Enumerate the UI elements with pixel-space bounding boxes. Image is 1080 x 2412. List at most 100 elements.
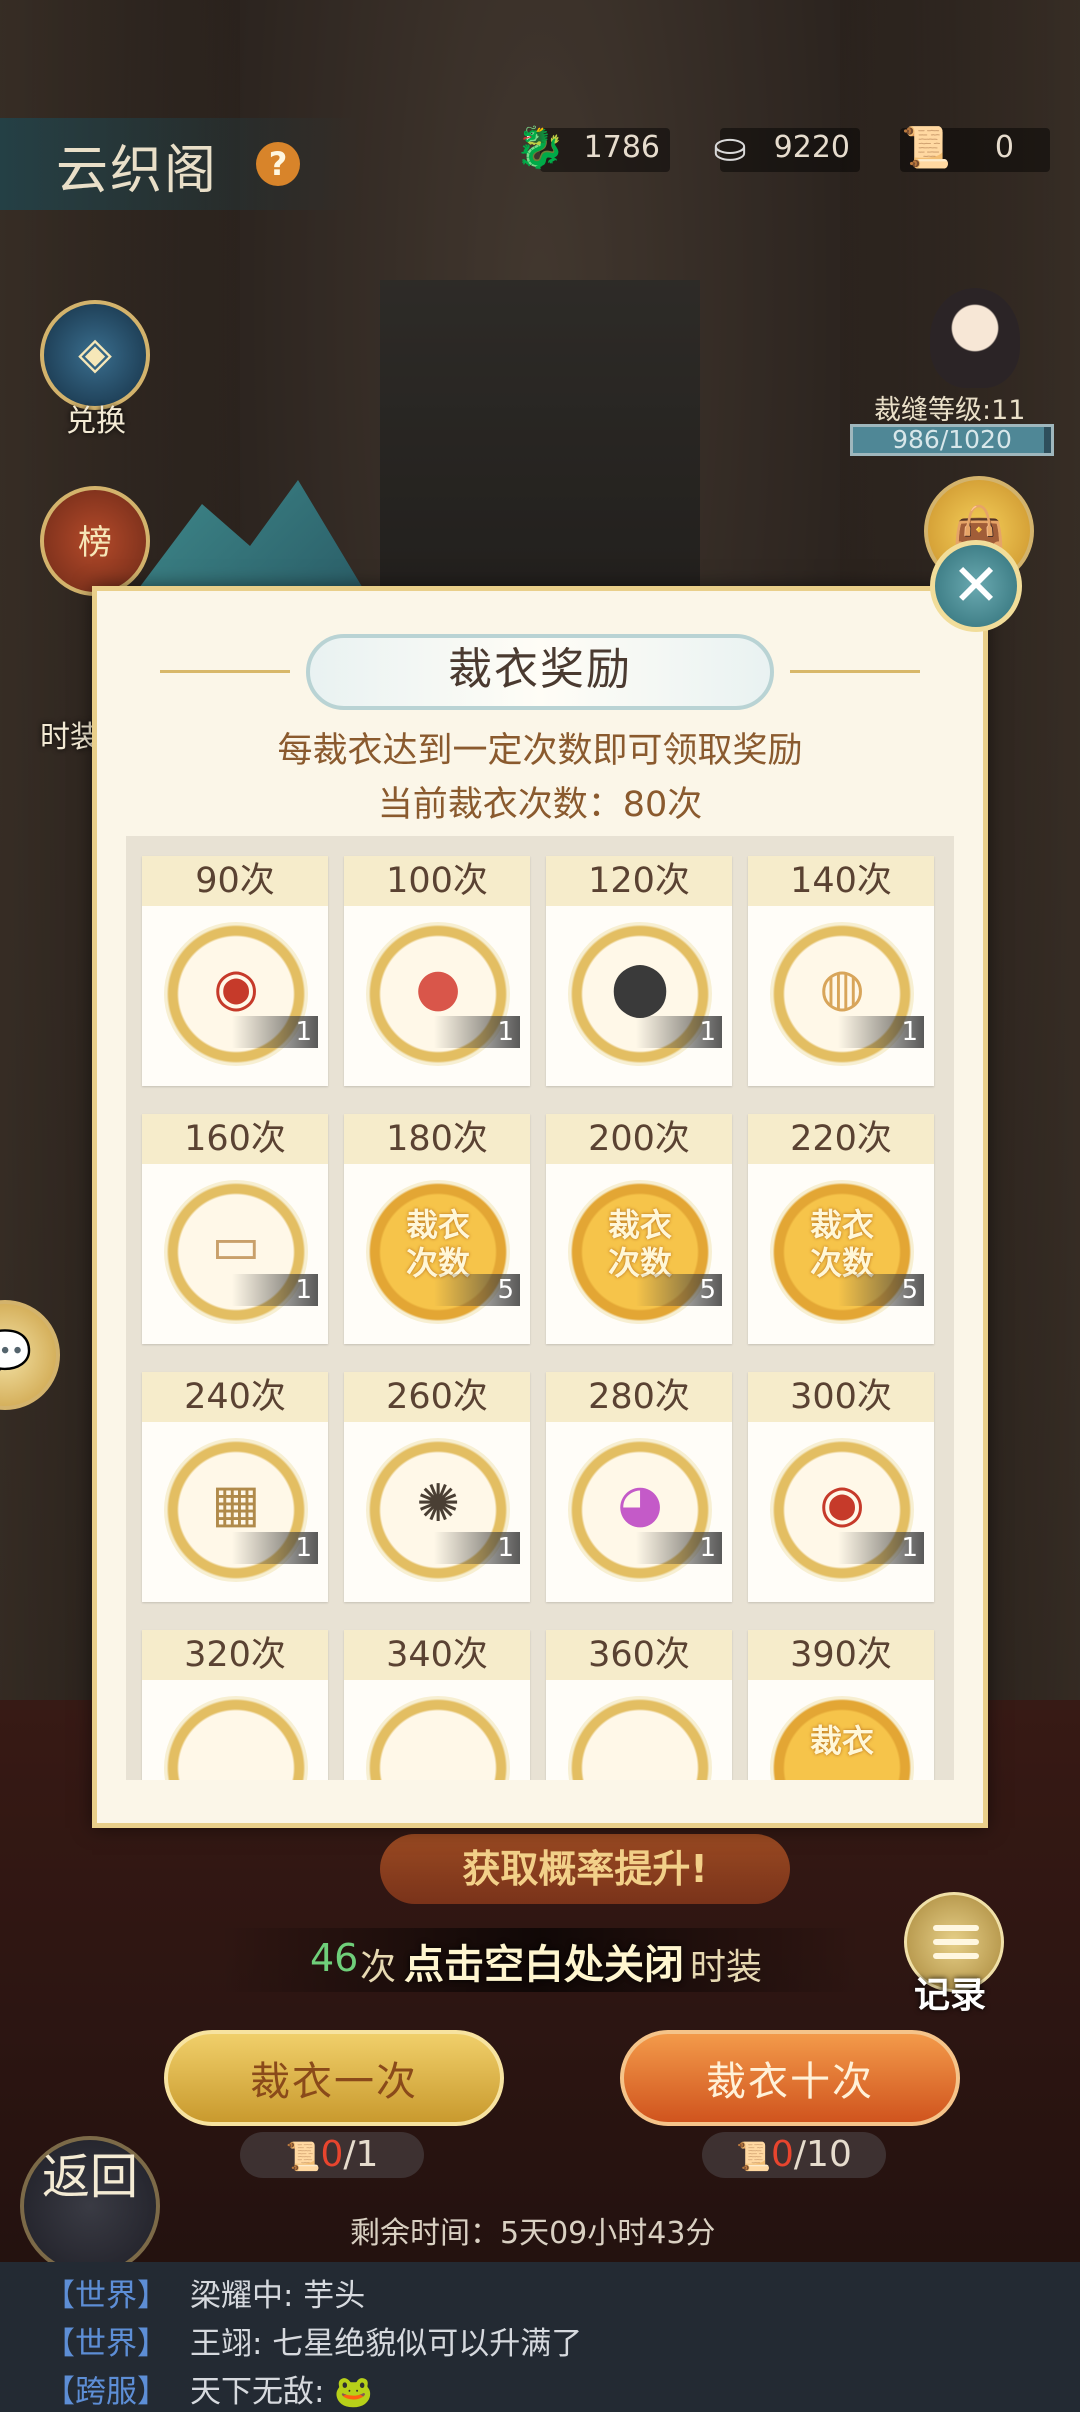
tailor-ten-button[interactable]: 裁衣十次 [620, 2030, 960, 2126]
reward-count: 5 [434, 1274, 520, 1306]
reward-cell-200[interactable]: 200次 裁衣次数 5 [546, 1114, 732, 1344]
hint-suffix: 时装 [690, 1947, 763, 1988]
reward-cell-100[interactable]: 100次 ● 1 [344, 856, 530, 1086]
hint-unit: 次 [360, 1947, 397, 1988]
scroll-ticket-icon: 📜 [736, 2140, 772, 2173]
back-button[interactable]: 返回 [20, 2136, 160, 2276]
record-label: 记录 [914, 1975, 987, 2016]
once-cost-need: /1 [343, 2134, 379, 2175]
chat-message: 梁耀中: 芋头 [190, 2278, 366, 2314]
current-count-text: 当前裁衣次数：80次 [377, 785, 703, 825]
reward-cell-220[interactable]: 220次 裁衣次数 5 [748, 1114, 934, 1344]
reward-cell-260[interactable]: 260次 ✺ 1 [344, 1372, 530, 1602]
record-list-icon [933, 1925, 979, 1931]
chat-line[interactable]: 【世界】 梁耀中: 芋头 [44, 2270, 365, 2315]
rank-button[interactable]: 榜 [40, 486, 150, 596]
reward-count: 1 [232, 1274, 318, 1306]
title-ornament-left [160, 670, 290, 673]
exchange-coin-icon: ◈ [78, 328, 112, 379]
record-list-icon-bar [933, 1939, 979, 1945]
chat-line[interactable]: 【跨服】 天下无敌: 🐸 [44, 2366, 373, 2411]
tailor-exp-text: 986/1020 [892, 425, 1012, 454]
reward-cell-90[interactable]: 90次 ◉ 1 [142, 856, 328, 1086]
resource-silver-value: 9220 [773, 130, 850, 165]
reward-threshold: 140次 [748, 856, 934, 906]
reward-cell-180[interactable]: 180次 裁衣次数 5 [344, 1114, 530, 1344]
resource-scroll-value: 0 [994, 130, 1014, 165]
reward-threshold: 320次 [142, 1630, 328, 1680]
reward-count: 1 [636, 1016, 722, 1048]
chat-bubble-icon: 💬 [0, 1328, 33, 1379]
reward-threshold: 200次 [546, 1114, 732, 1164]
portrait-frame-icon [568, 1696, 712, 1780]
once-cost-pill: 📜0/1 [240, 2132, 424, 2178]
reward-cell-340[interactable]: 340次 [344, 1630, 530, 1780]
reward-count: 5 [838, 1274, 924, 1306]
reward-cell-140[interactable]: 140次 ◍ 1 [748, 856, 934, 1086]
hint-count: 46 [310, 1936, 359, 1980]
reward-count: 1 [838, 1016, 924, 1048]
tailor-once-button[interactable]: 裁衣一次 [164, 2030, 504, 2126]
tailor-count-badge-icon: 裁衣 [770, 1696, 914, 1780]
record-list-icon-bar [933, 1953, 979, 1959]
fashion-label[interactable]: 时装 [40, 712, 100, 756]
reward-cell-240[interactable]: 240次 ▦ 1 [142, 1372, 328, 1602]
resource-jade-value: 1786 [583, 130, 660, 165]
once-cost-have: 0 [320, 2134, 344, 2175]
reward-threshold: 120次 [546, 856, 732, 906]
badge-text: 裁衣次数 [405, 1206, 470, 1282]
reward-cell-390[interactable]: 390次 裁衣 [748, 1630, 934, 1780]
reward-count: 1 [232, 1016, 318, 1048]
ten-cost-pill: 📜0/10 [702, 2132, 886, 2178]
close-icon: ✕ [951, 551, 1001, 619]
exchange-button[interactable]: ◈ [40, 300, 150, 410]
reward-threshold: 100次 [344, 856, 530, 906]
reward-cell-300[interactable]: 300次 ◉ 1 [748, 1372, 934, 1602]
close-button[interactable]: ✕ [930, 540, 1022, 632]
avatar[interactable] [930, 288, 1020, 388]
chat-line[interactable]: 【世界】 王翊: 七星绝貌似可以升满了 [44, 2318, 582, 2363]
chat-panel[interactable]: 【世界】 梁耀中: 芋头 【世界】 王翊: 七星绝貌似可以升满了 【跨服】 天下无敌:… [0, 2262, 1080, 2412]
scroll-ticket-icon: 📜 [285, 2140, 321, 2173]
tailor-level-text: 裁缝等级:11 [874, 395, 1026, 426]
reward-grid[interactable]: 90次 ◉ 1 100次 ● 1 120次 ⬤ 1 140次 ◍ 1 160次 … [126, 836, 954, 1780]
scroll-ticket-icon[interactable]: 📜 [896, 118, 956, 178]
reward-threshold: 340次 [344, 1630, 530, 1680]
reward-cell-120[interactable]: 120次 ⬤ 1 [546, 856, 732, 1086]
reward-cell-160[interactable]: 160次 ▭ 1 [142, 1114, 328, 1344]
reward-threshold: 300次 [748, 1372, 934, 1422]
reward-count: 1 [838, 1532, 924, 1564]
reward-threshold: 180次 [344, 1114, 530, 1164]
rouge-compact-icon [164, 1696, 308, 1780]
reward-threshold: 220次 [748, 1114, 934, 1164]
reward-cell-360[interactable]: 360次 [546, 1630, 732, 1780]
badge-text: 裁衣次数 [607, 1206, 672, 1282]
rank-banner-icon: 榜 [78, 523, 112, 563]
reward-count: 1 [636, 1532, 722, 1564]
modal-description: 每裁衣达到一定次数即可领取奖励 [277, 731, 803, 771]
badge-text: 裁衣 [809, 1722, 874, 1760]
exchange-label: 兑换 [66, 404, 126, 439]
ten-cost-need: /10 [793, 2134, 852, 2175]
reward-threshold: 360次 [546, 1630, 732, 1680]
remaining-time: 剩余时间：5天09小时43分 [350, 2216, 716, 2251]
modal-title: 裁衣奖励 [448, 644, 632, 695]
reward-threshold: 280次 [546, 1372, 732, 1422]
reward-threshold: 90次 [142, 856, 328, 906]
chat-channel: 【世界】 [44, 2326, 168, 2362]
chat-channel: 【世界】 [44, 2278, 168, 2314]
chat-message: 天下无敌: 🐸 [190, 2374, 373, 2410]
tailor-exp-bar: 986/1020 [850, 424, 1054, 456]
reward-count: 1 [232, 1532, 318, 1564]
reward-count: 1 [434, 1532, 520, 1564]
chat-message: 王翊: 七星绝貌似可以升满了 [190, 2326, 583, 2362]
reward-cell-320[interactable]: 320次 [142, 1630, 328, 1780]
reward-cell-280[interactable]: 280次 ◕ 1 [546, 1372, 732, 1602]
reward-count: 1 [434, 1016, 520, 1048]
reward-threshold: 390次 [748, 1630, 934, 1680]
page-title: 云织阁 [56, 141, 219, 201]
black-tin-box-icon [366, 1696, 510, 1780]
chat-channel: 【跨服】 [44, 2374, 168, 2410]
tap-blank-to-close-hint: 点击空白处关闭 [404, 1942, 684, 1988]
help-icon[interactable]: ? [256, 142, 300, 186]
